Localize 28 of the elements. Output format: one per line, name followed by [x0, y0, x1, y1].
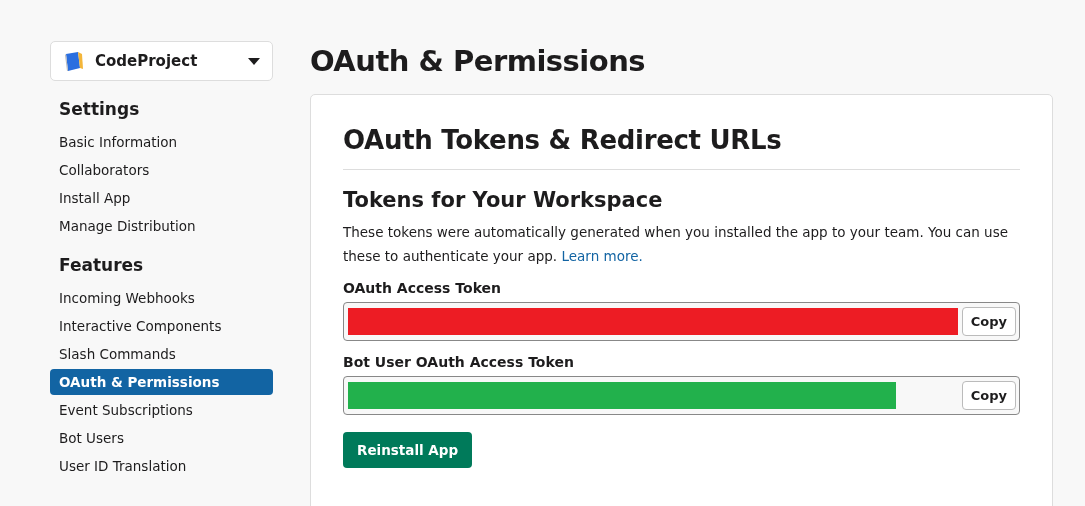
sidebar-heading: Features: [59, 255, 145, 275]
learn-more-link[interactable]: Learn more.: [561, 248, 643, 264]
reinstall-button[interactable]: Reinstall App: [343, 432, 473, 468]
book-icon: [63, 50, 85, 72]
sidebar-item[interactable]: Basic Information: [50, 129, 273, 155]
section-title: Tokens for Your Workspace: [343, 188, 664, 212]
page-title: OAuth & Permissions: [310, 44, 647, 78]
sidebar-heading: Settings: [59, 99, 141, 119]
copy-button[interactable]: Copy: [961, 381, 1016, 410]
sidebar-item[interactable]: Collaborators: [50, 157, 273, 183]
sidebar-item[interactable]: Incoming Webhooks: [50, 285, 273, 311]
token-field[interactable]: Copy: [343, 302, 1020, 341]
sidebar-item[interactable]: Interactive Components: [50, 313, 273, 339]
sidebar-item[interactable]: OAuth & Permissions: [50, 369, 273, 395]
sidebar-item[interactable]: User ID Translation: [50, 453, 273, 479]
token-label: Bot User OAuth Access Token: [343, 354, 575, 370]
token-field[interactable]: Copy: [343, 376, 1020, 415]
sidebar-item[interactable]: Bot Users: [50, 425, 273, 451]
copy-button[interactable]: Copy: [961, 307, 1016, 336]
sidebar-item[interactable]: Slash Commands: [50, 341, 273, 367]
card-title: OAuth Tokens & Redirect URLs: [343, 125, 1020, 170]
sidebar-item[interactable]: Manage Distribution: [50, 213, 273, 239]
sidebar-item[interactable]: Event Subscriptions: [50, 397, 273, 423]
description: These tokens were automatically generated when you installed the app to your team. You can use these to authenticate your app. Learn more.: [343, 223, 1010, 266]
sidebar-item[interactable]: Install App: [50, 185, 273, 211]
token-label: OAuth Access Token: [343, 280, 503, 296]
caret-icon: [248, 57, 260, 65]
app-switcher[interactable]: CodeProject: [50, 41, 273, 81]
